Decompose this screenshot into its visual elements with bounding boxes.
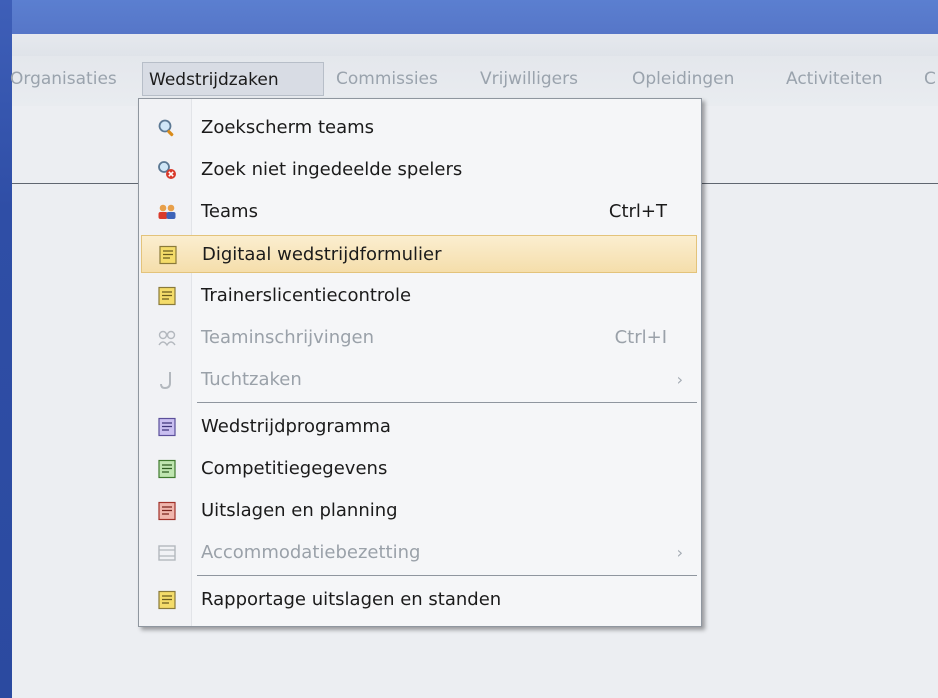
menu-item-accommodatiebezetting: Accommodatiebezetting › <box>141 534 697 572</box>
menu-item-label: Zoekscherm teams <box>201 117 375 138</box>
menu-separator <box>197 402 697 403</box>
menu-activiteiten[interactable]: Activiteiten <box>780 62 920 96</box>
menu-organisaties[interactable]: Organisaties <box>4 62 140 96</box>
menu-item-trainerslicentiecontrole[interactable]: Trainerslicentiecontrole <box>141 277 697 315</box>
menu-item-teams[interactable]: Teams Ctrl+T <box>141 193 697 231</box>
menu-item-label: Wedstrijdprogramma <box>201 416 391 437</box>
shortcut-label: Ctrl+I <box>614 327 667 348</box>
menu-item-label: Teaminschrijvingen <box>201 327 375 348</box>
menu-opleidingen[interactable]: Opleidingen <box>626 62 780 96</box>
menu-item-uitslagen-en-planning[interactable]: Uitslagen en planning <box>141 492 697 530</box>
form-yellow-icon <box>157 590 177 610</box>
shortcut-label: Ctrl+T <box>608 201 667 222</box>
tray-icon <box>157 543 177 563</box>
menu-vrijwilligers[interactable]: Vrijwilligers <box>474 62 626 96</box>
menu-item-teaminschrijvingen: Teaminschrijvingen Ctrl+I <box>141 319 697 357</box>
menu-separator <box>197 575 697 576</box>
hook-icon <box>157 370 177 390</box>
menu-item-tuchtzaken: Tuchtzaken › <box>141 361 697 399</box>
menu-item-label: Digitaal wedstrijdformulier <box>202 244 442 265</box>
menu-item-zoek-niet-ingedeelde-spelers[interactable]: Zoek niet ingedeelde spelers <box>141 151 697 189</box>
menu-wedstrijdzaken[interactable]: Wedstrijdzaken <box>142 62 324 96</box>
menu-item-label: Uitslagen en planning <box>201 500 398 521</box>
menu-item-competitiegegevens[interactable]: Competitiegegevens <box>141 450 697 488</box>
form-red-icon <box>157 501 177 521</box>
menu-commissies[interactable]: Commissies <box>330 62 474 96</box>
submenu-arrow-icon: › <box>676 543 683 562</box>
menu-item-rapportage-uitslagen-en-standen[interactable]: Rapportage uitslagen en standen <box>141 581 697 619</box>
form-yellow-icon <box>158 245 178 265</box>
menu-item-label: Tuchtzaken <box>201 369 302 390</box>
search-remove-icon <box>157 160 177 180</box>
menu-item-label: Accommodatiebezetting <box>201 542 421 563</box>
team-register-icon <box>157 328 177 348</box>
menu-item-label: Trainerslicentiecontrole <box>201 285 412 306</box>
submenu-arrow-icon: › <box>676 370 683 389</box>
menu-item-label: Competitiegegevens <box>201 458 388 479</box>
toolbar-strip <box>12 34 938 56</box>
menu-more[interactable]: C <box>922 62 938 96</box>
magnifier-icon <box>157 118 177 138</box>
menu-item-wedstrijdprogramma[interactable]: Wedstrijdprogramma <box>141 408 697 446</box>
menu-item-label: Teams <box>201 201 258 222</box>
menu-item-label: Rapportage uitslagen en standen <box>201 589 502 610</box>
menu-item-zoekscherm-teams[interactable]: Zoekscherm teams <box>141 109 697 147</box>
people-group-icon <box>157 202 177 222</box>
form-green-icon <box>157 459 177 479</box>
form-yellow-icon <box>157 286 177 306</box>
menu-item-digitaal-wedstrijdformulier[interactable]: Digitaal wedstrijdformulier <box>141 235 697 273</box>
form-purple-icon <box>157 417 177 437</box>
wedstrijdzaken-dropdown: Zoekscherm teams Zoek niet ingedeelde sp… <box>138 98 702 627</box>
title-bar <box>12 0 938 34</box>
menu-item-label: Zoek niet ingedeelde spelers <box>201 159 463 180</box>
